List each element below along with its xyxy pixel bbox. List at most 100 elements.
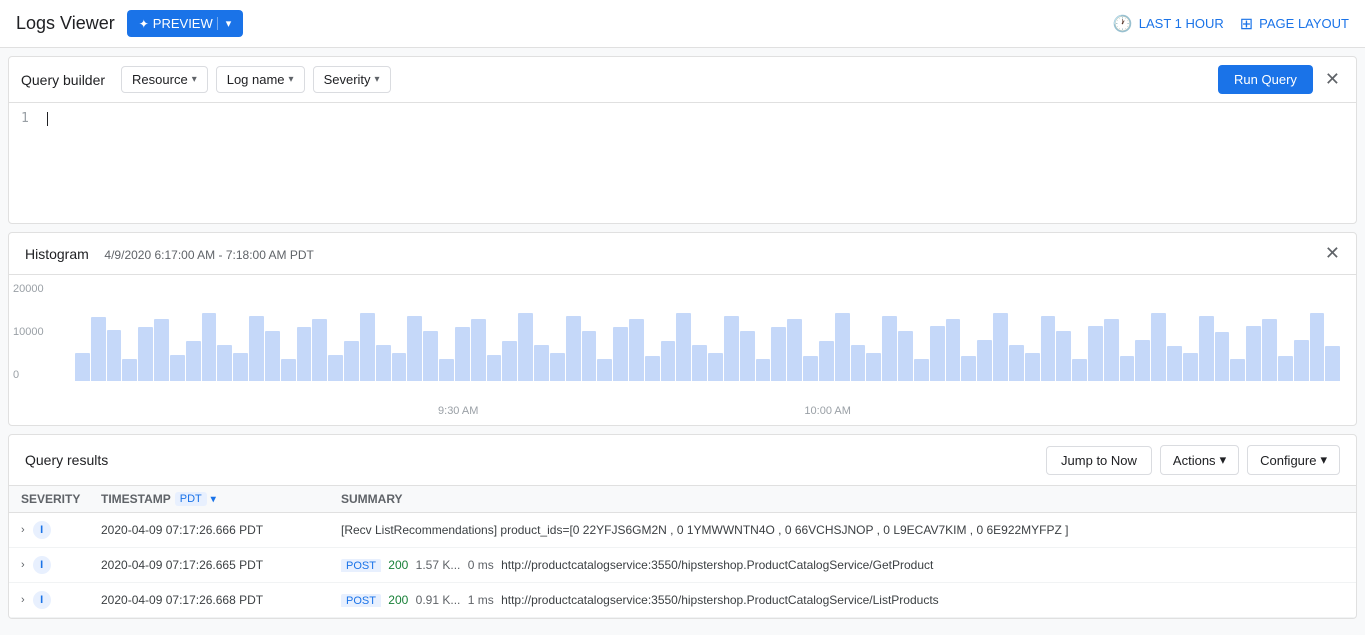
histogram-bar bbox=[740, 331, 755, 381]
histogram-bar bbox=[217, 345, 232, 381]
expand-icon-1[interactable]: › bbox=[21, 524, 25, 536]
close-histogram-button[interactable]: ✕ bbox=[1325, 243, 1340, 264]
histogram-bar bbox=[692, 345, 707, 381]
histogram-bar bbox=[170, 355, 185, 381]
query-toolbar: Query builder Resource ▾ Log name ▾ Seve… bbox=[9, 57, 1356, 103]
method-badge-3: POST bbox=[341, 594, 381, 607]
table-header: SEVERITY TIMESTAMP PDT ▾ SUMMARY bbox=[9, 486, 1356, 513]
histogram-bar bbox=[676, 313, 691, 381]
histogram-bar bbox=[407, 316, 422, 381]
top-bar: Logs Viewer ✦ PREVIEW ▾ 🕐 LAST 1 HOUR ⊞ … bbox=[0, 0, 1365, 48]
severity-cell-3: › I bbox=[21, 591, 101, 609]
configure-caret-icon: ▾ bbox=[1320, 452, 1327, 468]
clock-icon: 🕐 bbox=[1113, 14, 1133, 34]
pdt-caret-icon: ▾ bbox=[211, 494, 216, 505]
histogram-bar bbox=[122, 359, 137, 381]
histogram-bar bbox=[613, 327, 628, 381]
severity-filter-button[interactable]: Severity ▾ bbox=[313, 66, 391, 93]
size-2: 1.57 K... bbox=[416, 558, 461, 572]
run-query-button[interactable]: Run Query bbox=[1218, 65, 1313, 94]
histogram-bar bbox=[518, 313, 533, 381]
top-bar-left: Logs Viewer ✦ PREVIEW ▾ bbox=[16, 10, 243, 37]
histogram-bar bbox=[1025, 353, 1040, 381]
severity-icon-2: I bbox=[33, 556, 51, 574]
col-summary: SUMMARY bbox=[341, 492, 1344, 506]
histogram-bar bbox=[866, 353, 881, 381]
severity-icon-3: I bbox=[33, 591, 51, 609]
query-editor[interactable]: 1 bbox=[9, 103, 1356, 223]
preview-label: PREVIEW bbox=[153, 16, 213, 31]
histogram-bar bbox=[1215, 332, 1230, 381]
histogram-bar bbox=[724, 316, 739, 381]
size-3: 0.91 K... bbox=[416, 593, 461, 607]
histogram-bar bbox=[297, 327, 312, 381]
histogram-bar bbox=[661, 341, 676, 381]
histogram-bar bbox=[946, 319, 961, 381]
timestamp-1: 2020-04-09 07:17:26.666 PDT bbox=[101, 523, 281, 537]
log-name-filter-button[interactable]: Log name ▾ bbox=[216, 66, 305, 93]
histogram-bar bbox=[534, 345, 549, 381]
histogram-bar bbox=[1167, 346, 1182, 381]
resource-caret-icon: ▾ bbox=[192, 74, 197, 85]
histogram-bar bbox=[645, 356, 660, 381]
url-2: http://productcatalogservice:3550/hipste… bbox=[501, 558, 933, 572]
expand-icon-2[interactable]: › bbox=[21, 559, 25, 571]
histogram-bar bbox=[186, 341, 201, 381]
histogram-bar bbox=[977, 340, 992, 381]
histogram-bar bbox=[233, 353, 248, 381]
jump-to-now-button[interactable]: Jump to Now bbox=[1046, 446, 1152, 475]
results-title: Query results bbox=[25, 452, 108, 468]
severity-icon-1: I bbox=[33, 521, 51, 539]
histogram-bar bbox=[202, 313, 217, 381]
page-layout-button[interactable]: ⊞ PAGE LAYOUT bbox=[1240, 14, 1349, 34]
histogram-bar bbox=[1120, 356, 1135, 381]
histogram-bar bbox=[582, 331, 597, 381]
histogram-bar bbox=[550, 353, 565, 381]
histogram-bar bbox=[1230, 359, 1245, 381]
y-axis: 20000 10000 0 bbox=[9, 283, 59, 381]
histogram-bar bbox=[392, 353, 407, 381]
summary-3: POST 200 0.91 K... 1 ms http://productca… bbox=[341, 593, 1344, 607]
severity-cell-1: › I bbox=[21, 521, 101, 539]
actions-label: Actions bbox=[1173, 453, 1216, 468]
histogram-bar bbox=[249, 316, 264, 381]
star-icon: ✦ bbox=[139, 17, 149, 31]
histogram-bar bbox=[1009, 345, 1024, 381]
resource-filter-button[interactable]: Resource ▾ bbox=[121, 66, 208, 93]
severity-caret-icon: ▾ bbox=[375, 74, 380, 85]
histogram-bar bbox=[312, 319, 327, 381]
histogram-bar bbox=[787, 319, 802, 381]
actions-button[interactable]: Actions ▾ bbox=[1160, 445, 1239, 475]
ms-3: 1 ms bbox=[468, 593, 494, 607]
last-hour-button[interactable]: 🕐 LAST 1 HOUR bbox=[1113, 14, 1224, 34]
histogram-bar bbox=[1294, 340, 1309, 381]
histogram-bar bbox=[1310, 313, 1325, 381]
severity-label: Severity bbox=[324, 72, 371, 87]
table-row: › I 2020-04-09 07:17:26.666 PDT [Recv Li… bbox=[9, 513, 1356, 548]
histogram-bar bbox=[851, 345, 866, 381]
summary-1: [Recv ListRecommendations] product_ids=[… bbox=[341, 523, 1344, 537]
histogram-bar bbox=[376, 345, 391, 381]
log-name-label: Log name bbox=[227, 72, 285, 87]
timestamp-3: 2020-04-09 07:17:26.668 PDT bbox=[101, 593, 281, 607]
histogram-bar bbox=[1041, 316, 1056, 381]
histogram-bar bbox=[1325, 346, 1340, 381]
configure-button[interactable]: Configure ▾ bbox=[1247, 445, 1340, 475]
preview-button[interactable]: ✦ PREVIEW ▾ bbox=[127, 10, 244, 37]
histogram-bar bbox=[914, 359, 929, 381]
y-label-20000: 20000 bbox=[13, 283, 55, 295]
histogram-bar bbox=[91, 317, 106, 381]
histogram-bar bbox=[803, 356, 818, 381]
histogram-bar bbox=[75, 353, 90, 381]
query-line: 1 bbox=[21, 111, 1344, 126]
status-3: 200 bbox=[388, 593, 408, 607]
y-label-10000: 10000 bbox=[13, 326, 55, 338]
histogram-bar bbox=[930, 326, 945, 381]
histogram-bar bbox=[566, 316, 581, 381]
layout-icon: ⊞ bbox=[1240, 14, 1253, 34]
close-query-button[interactable]: ✕ bbox=[1321, 65, 1344, 94]
resource-label: Resource bbox=[132, 72, 188, 87]
expand-icon-3[interactable]: › bbox=[21, 594, 25, 606]
histogram-bar bbox=[961, 356, 976, 381]
histogram-bar bbox=[835, 313, 850, 381]
